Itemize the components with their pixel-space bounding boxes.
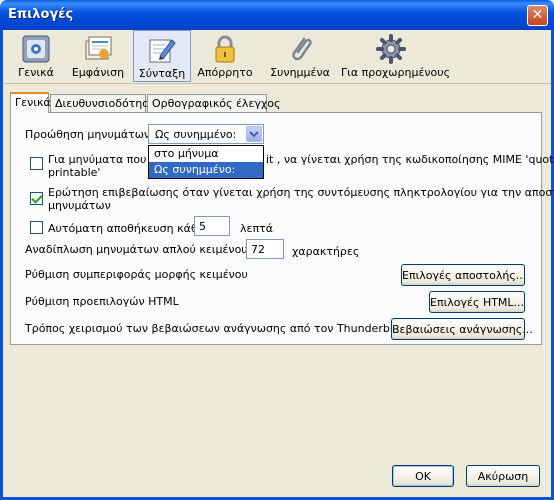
close-button[interactable]: ✕ bbox=[527, 5, 548, 26]
toolbar-attachments-label: Συνημμένα bbox=[270, 66, 330, 79]
mime-checkbox[interactable] bbox=[30, 157, 43, 170]
mime-label-end: it , να γίνεται χρήση της κωδικοποίησης … bbox=[266, 153, 554, 166]
toolbar-composition-button[interactable]: Σύνταξη bbox=[133, 30, 191, 82]
send-options-button[interactable]: Επιλογές αποστολής... bbox=[401, 264, 526, 286]
toolbar-attachments-button[interactable]: Συνημμένα bbox=[265, 30, 335, 82]
shortcut-confirm-label: Ερώτηση επιβεβαίωσης όταν γίνεται χρήση … bbox=[48, 186, 554, 199]
toolbar-display-button[interactable]: Εμφάνιση bbox=[67, 30, 129, 82]
autosave-minutes-value: 5 bbox=[199, 220, 206, 233]
paperclip-icon bbox=[292, 37, 312, 61]
dropdown-option-selected[interactable]: Ως συνημμένο: bbox=[149, 162, 263, 178]
shortcut-confirm-label-line2: μηνυμάτων bbox=[48, 199, 111, 212]
tab-addressing[interactable]: Διευθυνσιοδότηση bbox=[50, 94, 156, 112]
autosave-minutes-input[interactable]: 5 bbox=[194, 216, 230, 236]
text-format-label: Ρύθμιση συμπεριφοράς μορφής κειμένου bbox=[25, 268, 248, 281]
ok-button[interactable]: OK bbox=[392, 465, 454, 487]
wrap-label: Αναδίπλωση μηνυμάτων απλού κειμένου σε bbox=[25, 243, 265, 256]
general-settings-icon bbox=[22, 35, 50, 63]
toolbar-privacy-button[interactable]: Απόρρητο bbox=[195, 30, 255, 82]
forward-messages-select[interactable]: Ως συνημμένο: bbox=[148, 124, 264, 144]
lock-icon bbox=[215, 35, 235, 63]
html-options-button[interactable]: Επιλογές HTML... bbox=[429, 291, 525, 313]
forward-dropdown-list: στο μήνυμα Ως συνημμένο: bbox=[148, 145, 264, 179]
window-frame-left bbox=[0, 30, 3, 500]
toolbar-composition-label: Σύνταξη bbox=[138, 67, 186, 80]
autosave-checkbox[interactable] bbox=[30, 221, 43, 234]
forward-select-value: Ως συνημμένο: bbox=[155, 128, 237, 141]
shortcut-confirm-checkbox[interactable] bbox=[30, 192, 43, 205]
title-bar[interactable]: Επιλογές ✕ bbox=[0, 0, 554, 30]
chevron-down-icon bbox=[249, 131, 259, 138]
autosave-label: Αυτόματη αποθήκευση κάθε bbox=[48, 222, 204, 235]
toolbar-advanced-label: Για προχωρημένους bbox=[341, 66, 451, 79]
mime-label-line2: printable' bbox=[48, 166, 101, 179]
composition-icon bbox=[149, 39, 176, 63]
receipts-label: Τρόπος χειρισμού των βεβαιώσεων ανάγνωση… bbox=[25, 322, 405, 335]
toolbar-display-label: Εμφάνιση bbox=[71, 66, 125, 79]
dropdown-arrow-button[interactable] bbox=[246, 126, 262, 142]
tab-general[interactable]: Γενικά bbox=[10, 92, 51, 113]
html-defaults-label: Ρύθμιση προεπιλογών HTML bbox=[25, 295, 179, 308]
dropdown-option[interactable]: στο μήνυμα bbox=[149, 146, 263, 162]
toolbar-general-label: Γενικά bbox=[18, 66, 54, 79]
toolbar-privacy-label: Απόρρητο bbox=[197, 66, 253, 79]
wrap-unit-label: χαρακτήρες bbox=[292, 245, 360, 258]
window-title: Επιλογές bbox=[8, 7, 74, 22]
gear-icon bbox=[376, 34, 406, 64]
return-receipts-button[interactable]: Βεβαιώσεις ανάγνωσης... bbox=[391, 318, 533, 340]
close-icon: ✕ bbox=[531, 7, 544, 23]
display-icon bbox=[85, 36, 112, 60]
tab-spelling[interactable]: Ορθογραφικός έλεγχος bbox=[147, 94, 280, 112]
autosave-unit-label: λεπτά bbox=[240, 222, 273, 235]
wrap-columns-value: 72 bbox=[251, 243, 265, 256]
cancel-button[interactable]: Ακύρωση bbox=[466, 465, 540, 487]
toolbar-general-button[interactable]: Γενικά bbox=[9, 30, 63, 82]
category-toolbar: Γενικά Εμφάνιση Σύνταξη Απόρρητο Συνημμέ… bbox=[3, 30, 551, 84]
forward-messages-label: Προώθηση μηνυμάτων: bbox=[25, 128, 154, 141]
wrap-columns-input[interactable]: 72 bbox=[246, 239, 284, 259]
mime-label-start: Για μηνύματα που πε bbox=[48, 153, 163, 166]
toolbar-advanced-button[interactable]: Για προχωρημένους bbox=[341, 30, 451, 82]
